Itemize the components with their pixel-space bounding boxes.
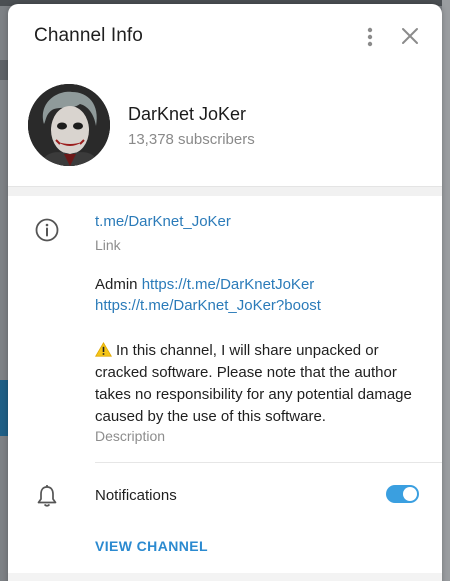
- background-right-edge: [442, 0, 450, 581]
- subscriber-count: 13,378 subscribers: [128, 131, 255, 148]
- admin-line: Admin https://t.me/DarKnetJoKer: [95, 276, 314, 293]
- channel-name: DarKnet JoKer: [128, 104, 247, 124]
- section-divider: [8, 186, 442, 196]
- channel-link[interactable]: t.me/DarKnet_JoKer: [95, 213, 231, 230]
- view-channel-button[interactable]: VIEW CHANNEL: [95, 538, 208, 554]
- admin-prefix: Admin: [95, 276, 138, 293]
- channel-avatar[interactable]: [28, 84, 110, 166]
- more-options-button[interactable]: [360, 22, 380, 52]
- close-button[interactable]: [398, 24, 422, 48]
- dialog-title: Channel Info: [34, 25, 143, 46]
- boost-link[interactable]: https://t.me/DarKnet_JoKer?boost: [95, 297, 321, 314]
- link-caption: Link: [95, 237, 121, 253]
- notifications-label: Notifications: [95, 487, 177, 504]
- dialog-header: Channel Info: [8, 4, 442, 66]
- description-caption: Description: [95, 428, 166, 444]
- close-icon: [402, 28, 418, 44]
- admin-link[interactable]: https://t.me/DarKnetJoKer: [142, 276, 315, 293]
- row-separator: [95, 462, 442, 463]
- more-vertical-icon: [367, 27, 373, 47]
- channel-description: In this channel, I will share unpacked o…: [95, 340, 425, 428]
- notifications-toggle[interactable]: [386, 485, 419, 503]
- toggle-knob: [403, 487, 417, 501]
- info-icon: [35, 218, 59, 242]
- channel-info-dialog: Channel Info DarKnet JoKer 13,378 subscr…: [8, 4, 442, 581]
- dialog-footer: [8, 573, 442, 581]
- channel-profile: DarKnet JoKer 13,378 subscribers: [8, 66, 442, 186]
- joker-avatar-image: [28, 84, 110, 166]
- description-text: In this channel, I will share unpacked o…: [95, 342, 412, 425]
- warning-icon: [95, 342, 112, 357]
- bell-icon: [37, 485, 57, 507]
